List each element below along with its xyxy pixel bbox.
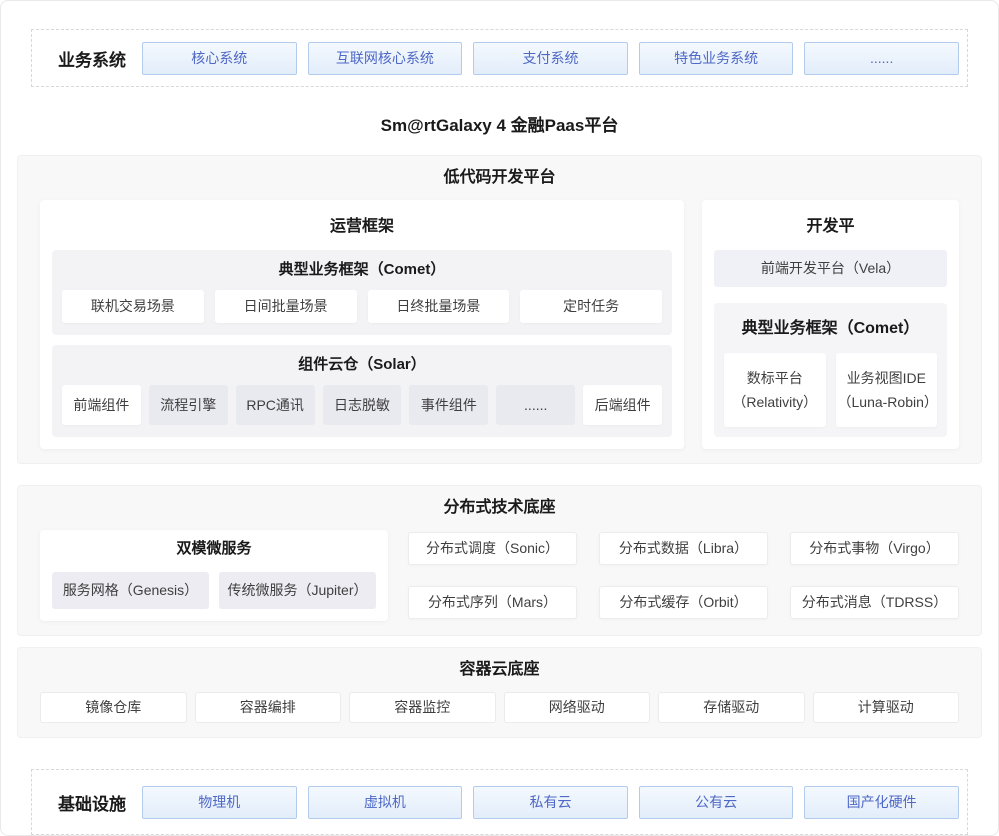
- dev-comet-items: 数标平台 （Relativity） 业务视图IDE （Luna-Robin）: [724, 353, 937, 427]
- distributed-panel-title: 分布式技术底座: [40, 496, 959, 520]
- component-log-masking: 日志脱敏: [323, 385, 402, 425]
- component-ellipsis: ......: [496, 385, 575, 425]
- distributed-sequence-mars: 分布式序列（Mars）: [408, 586, 577, 619]
- service-mesh-genesis: 服务网格（Genesis）: [52, 572, 209, 609]
- solar-warehouse-items: 前端组件 流程引擎 RPC通讯 日志脱敏 事件组件 ...... 后端组件: [62, 385, 662, 425]
- component-backend: 后端组件: [583, 385, 662, 425]
- infra-public-cloud: 公有云: [639, 786, 794, 819]
- comet-framework-title: 典型业务框架（Comet）: [62, 260, 662, 280]
- dev-comet-section: 典型业务框架（Comet） 数标平台 （Relativity） 业务视图IDE …: [714, 303, 947, 437]
- component-process-engine: 流程引擎: [149, 385, 228, 425]
- infra-domestic-hardware: 国产化硬件: [804, 786, 959, 819]
- luna-robin-ide-code: （Luna-Robin）: [838, 390, 936, 414]
- distributed-transaction-virgo: 分布式事物（Virgo）: [790, 532, 959, 565]
- solar-warehouse-title: 组件云仓（Solar）: [62, 355, 662, 375]
- traditional-microservice-jupiter: 传统微服务（Jupiter）: [219, 572, 376, 609]
- infra-physical-machine: 物理机: [142, 786, 297, 819]
- distributed-cache-orbit: 分布式缓存（Orbit）: [599, 586, 768, 619]
- dev-platform-title: 开发平: [714, 216, 947, 238]
- distributed-services-grid: 分布式调度（Sonic） 分布式数据（Libra） 分布式事物（Virgo） 分…: [408, 530, 959, 621]
- distributed-panel: 分布式技术底座 双模微服务 服务网格（Genesis） 传统微服务（Jupite…: [17, 485, 982, 636]
- low-code-panel: 低代码开发平台 运营框架 典型业务框架（Comet） 联机交易场景 日间批量场景…: [17, 155, 982, 464]
- dual-mode-title: 双模微服务: [52, 538, 376, 560]
- architecture-diagram-page: 业务系统 核心系统 互联网核心系统 支付系统 特色业务系统 ...... Sm@…: [0, 0, 999, 836]
- infrastructure-row: 基础设施 物理机 虚拟机 私有云 公有云 国产化硬件: [31, 769, 968, 835]
- scene-daytime-batch: 日间批量场景: [215, 290, 357, 323]
- container-monitoring: 容器监控: [349, 692, 496, 723]
- component-frontend: 前端组件: [62, 385, 141, 425]
- operation-framework-card: 运营框架 典型业务框架（Comet） 联机交易场景 日间批量场景 日终批量场景 …: [40, 200, 684, 449]
- business-system-internet-core: 互联网核心系统: [308, 42, 463, 75]
- business-systems-boxes: 核心系统 互联网核心系统 支付系统 特色业务系统 ......: [142, 42, 959, 75]
- compute-driver: 计算驱动: [813, 692, 960, 723]
- business-system-featured: 特色业务系统: [639, 42, 794, 75]
- infra-private-cloud: 私有云: [473, 786, 628, 819]
- container-cloud-items: 镜像仓库 容器编排 容器监控 网络驱动 存储驱动 计算驱动: [40, 692, 959, 723]
- dual-mode-items: 服务网格（Genesis） 传统微服务（Jupiter）: [52, 572, 376, 609]
- dev-comet-title: 典型业务框架（Comet）: [724, 317, 937, 341]
- low-code-panel-title: 低代码开发平台: [40, 166, 959, 190]
- solar-warehouse-section: 组件云仓（Solar） 前端组件 流程引擎 RPC通讯 日志脱敏 事件组件 ..…: [52, 345, 672, 437]
- container-cloud-title: 容器云底座: [40, 658, 959, 682]
- business-system-ellipsis: ......: [804, 42, 959, 75]
- relativity-platform-name: 数标平台: [726, 366, 824, 390]
- luna-robin-ide-name: 业务视图IDE: [838, 366, 936, 390]
- dual-mode-microservice-card: 双模微服务 服务网格（Genesis） 传统微服务（Jupiter）: [40, 530, 388, 621]
- frontend-dev-platform-vela: 前端开发平台（Vela）: [714, 250, 947, 287]
- distributed-content: 双模微服务 服务网格（Genesis） 传统微服务（Jupiter） 分布式调度…: [40, 530, 959, 621]
- scene-online-transaction: 联机交易场景: [62, 290, 204, 323]
- business-systems-row: 业务系统 核心系统 互联网核心系统 支付系统 特色业务系统 ......: [31, 29, 968, 87]
- platform-title: Sm@rtGalaxy 4 金融Paas平台: [1, 111, 998, 141]
- business-systems-label: 业务系统: [42, 46, 142, 71]
- low-code-content: 运营框架 典型业务框架（Comet） 联机交易场景 日间批量场景 日终批量场景 …: [40, 200, 959, 449]
- business-system-core: 核心系统: [142, 42, 297, 75]
- infrastructure-label: 基础设施: [42, 790, 142, 815]
- container-orchestration: 容器编排: [195, 692, 342, 723]
- business-system-payment: 支付系统: [473, 42, 628, 75]
- network-driver: 网络驱动: [504, 692, 651, 723]
- image-registry: 镜像仓库: [40, 692, 187, 723]
- container-cloud-panel: 容器云底座 镜像仓库 容器编排 容器监控 网络驱动 存储驱动 计算驱动: [17, 647, 982, 738]
- component-event: 事件组件: [409, 385, 488, 425]
- operation-framework-title: 运营框架: [52, 216, 672, 238]
- infrastructure-boxes: 物理机 虚拟机 私有云 公有云 国产化硬件: [142, 786, 959, 819]
- comet-framework-section: 典型业务框架（Comet） 联机交易场景 日间批量场景 日终批量场景 定时任务: [52, 250, 672, 335]
- distributed-message-tdrss: 分布式消息（TDRSS）: [790, 586, 959, 619]
- luna-robin-ide: 业务视图IDE （Luna-Robin）: [836, 353, 938, 427]
- comet-framework-items: 联机交易场景 日间批量场景 日终批量场景 定时任务: [62, 290, 662, 323]
- scene-scheduled-task: 定时任务: [520, 290, 662, 323]
- infra-virtual-machine: 虚拟机: [308, 786, 463, 819]
- relativity-platform-code: （Relativity）: [726, 390, 824, 414]
- storage-driver: 存储驱动: [658, 692, 805, 723]
- dev-platform-card: 开发平 前端开发平台（Vela） 典型业务框架（Comet） 数标平台 （Rel…: [702, 200, 959, 449]
- distributed-scheduling-sonic: 分布式调度（Sonic）: [408, 532, 577, 565]
- scene-eod-batch: 日终批量场景: [368, 290, 510, 323]
- distributed-data-libra: 分布式数据（Libra）: [599, 532, 768, 565]
- relativity-platform: 数标平台 （Relativity）: [724, 353, 826, 427]
- component-rpc: RPC通讯: [236, 385, 315, 425]
